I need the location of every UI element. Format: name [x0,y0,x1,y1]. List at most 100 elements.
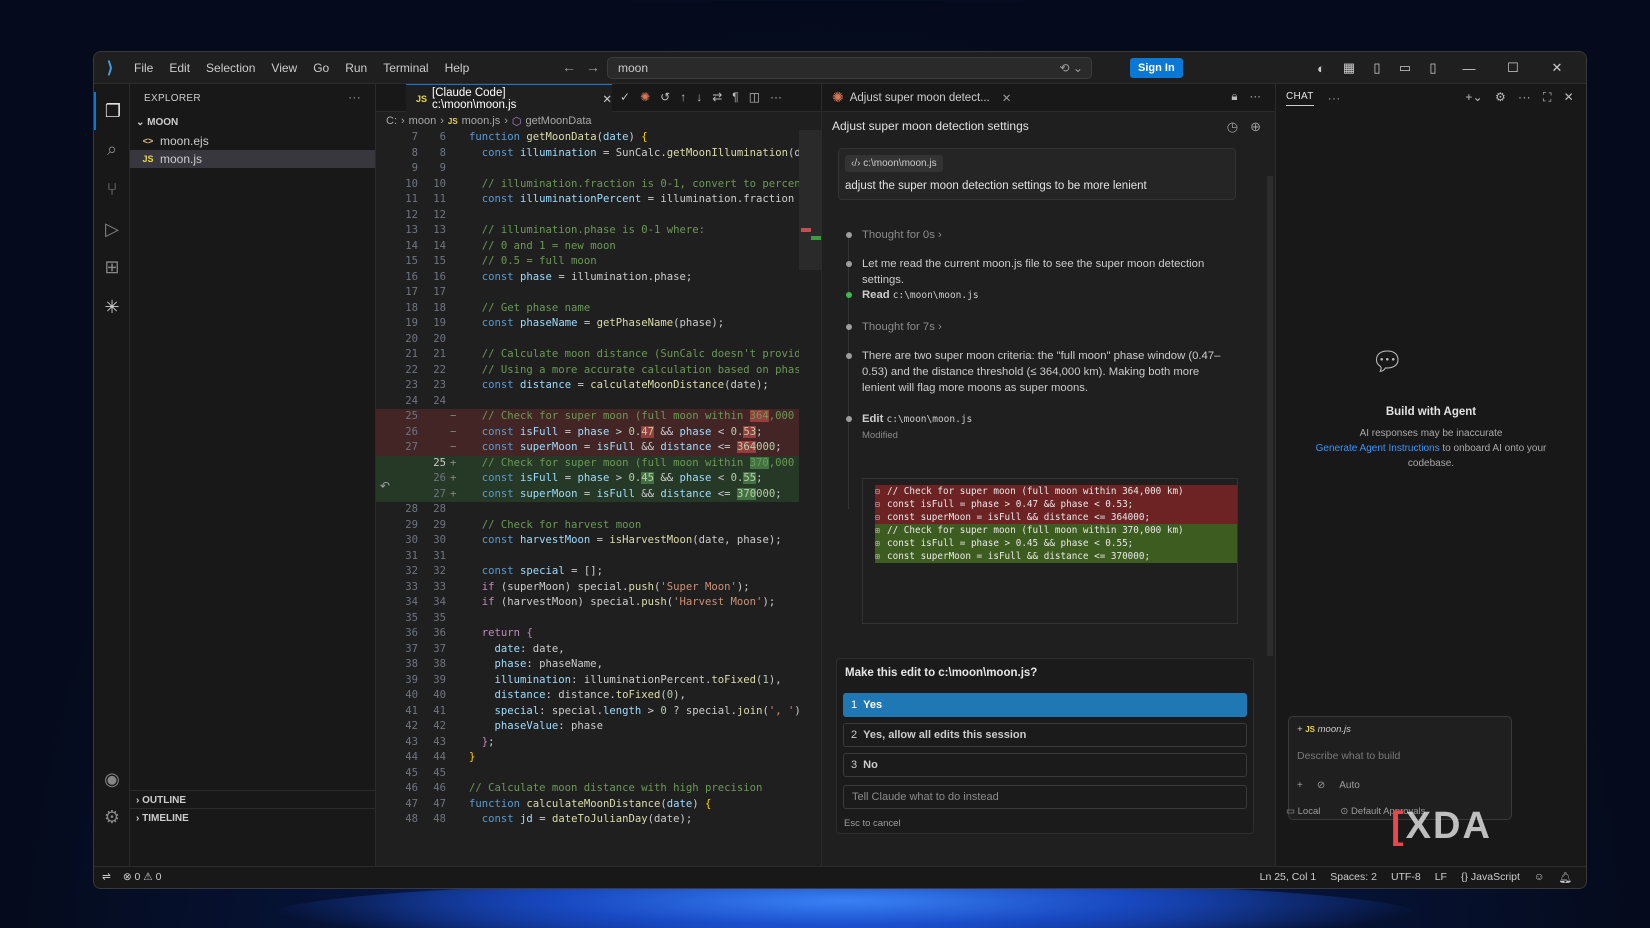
menu-item[interactable]: View [263,52,305,84]
more-actions-icon[interactable]: ··· [348,90,361,104]
code-line-deleted[interactable]: 27 − const superMoon = isFull && distance… [376,440,799,456]
file-chip[interactable]: ‹/› c:\moon\moon.js [845,155,943,172]
mode-select[interactable]: Auto [1339,780,1360,791]
file-moon-ejs[interactable]: <> moon.ejs [130,132,375,150]
option-no[interactable]: 3 No [843,753,1247,777]
code-line[interactable]: 8 8 const illumination = SunCalc.getMoonI… [376,146,799,162]
close-icon[interactable]: ✕ [1564,90,1574,105]
generate-instructions-link[interactable]: Generate Agent Instructions [1316,443,1440,454]
code-line[interactable]: 14 14 // 0 and 1 = new moon [376,239,799,255]
copilot-status-icon[interactable]: ☺ [1534,871,1545,884]
menu-item[interactable]: Help [437,52,478,84]
notifications-icon[interactable]: 🔔︎ [1559,871,1572,884]
code-line[interactable]: 16 16 const phase = illumination.phase; [376,270,799,286]
code-line[interactable]: 13 13 // illumination.phase is 0-1 where: [376,223,799,239]
instead-input[interactable]: Tell Claude what to do instead [843,785,1247,809]
context-file[interactable]: + JS moon.js [1297,724,1351,735]
code-line-deleted[interactable]: 25 − // Check for super moon (full moon w… [376,409,799,425]
code-line[interactable]: 31 31 [376,549,799,565]
code-line-inserted[interactable]: 27 + const superMoon = isFull && distance… [376,486,799,502]
search-icon[interactable]: ⌕ [94,130,130,168]
menu-item[interactable]: Go [305,52,337,84]
code-line[interactable]: 44 44} [376,750,799,766]
crumb[interactable]: moon [409,115,437,127]
code-area[interactable]: 7 6 function getMoonData(date) {8 8 const i… [376,130,799,866]
encoding[interactable]: UTF-8 [1391,871,1421,884]
tools-icon[interactable]: ⊘ [1317,780,1325,791]
code-line[interactable]: 47 47 function calculateMoonDistance(date)… [376,797,799,813]
chat-input-placeholder[interactable]: Describe what to build [1297,750,1400,762]
folder-moon[interactable]: ⌄ MOON [130,112,375,132]
code-line[interactable]: 33 33 if (superMoon) special.push('Super … [376,580,799,596]
history-icon[interactable]: ◷ [1227,119,1238,135]
code-line[interactable]: 15 15 // 0.5 = full moon [376,254,799,270]
code-line[interactable]: 22 22 // Using a more accurate calculatio… [376,363,799,379]
toggle-panel-icon[interactable]: ▭ [1394,60,1416,76]
scrollbar[interactable] [1267,176,1273,656]
outline-section[interactable]: › OUTLINE [130,790,375,810]
code-line[interactable]: 29 29 // Check for harvest moon [376,518,799,534]
menu-item[interactable]: Edit [161,52,198,84]
line-ending[interactable]: LF [1435,871,1447,884]
file-moon-js[interactable]: JS moon.js [130,150,375,168]
code-line-inserted[interactable]: 25 + // Check for super moon (full moon w… [376,455,799,471]
menu-item[interactable]: Run [337,52,375,84]
more-icon[interactable]: ··· [1328,91,1341,105]
more-icon[interactable]: ··· [1250,91,1262,104]
chat-title[interactable]: CHAT [1286,91,1314,106]
sign-in-button[interactable]: Sign In [1130,58,1183,78]
pilcrow-icon[interactable]: ¶ [732,90,738,104]
minimize-icon[interactable]: — [1450,61,1488,76]
code-line[interactable]: 34 34 if (harvestMoon) special.push('Harv… [376,595,799,611]
more-icon[interactable]: ··· [770,90,782,104]
problems-indicator[interactable]: ⊗ 0 ⚠ 0 [123,871,162,883]
code-line[interactable]: 19 19 const phaseName = getPhaseName(phas… [376,316,799,332]
code-line[interactable]: 21 21 // Calculate moon distance (SunCalc… [376,347,799,363]
option-yes-all[interactable]: 2 Yes, allow all edits this session [843,723,1247,747]
revert-icon[interactable]: ↺ [660,90,670,104]
code-line[interactable]: 28 28 [376,502,799,518]
code-line[interactable]: 30 30 const harvestMoon = isHarvestMoon(d… [376,533,799,549]
more-icon[interactable]: ··· [1518,90,1531,105]
toggle-secondary-sidebar-icon[interactable]: ▯ [1422,60,1444,76]
settings-gear-icon[interactable]: ⚙ [94,798,130,836]
code-line[interactable]: 43 43 }; [376,735,799,751]
code-line[interactable]: 48 48 const jd = dateToJulianDay(date); [376,812,799,828]
remote-icon[interactable]: ⇌ [102,871,111,883]
code-line[interactable]: 20 20 [376,332,799,348]
code-line[interactable]: 99 [376,161,799,177]
accept-icon[interactable]: ✓ [620,90,630,104]
close-icon[interactable]: ✕ [1538,60,1576,76]
add-context-icon[interactable]: + [1297,780,1303,791]
code-line[interactable]: 7 6 function getMoonData(date) { [376,130,799,146]
code-line[interactable]: 40 40 distance: distance.toFixed(0), [376,688,799,704]
menu-item[interactable]: Selection [198,52,263,84]
swap-icon[interactable]: ⇄ [712,90,722,104]
lock-icon[interactable]: 🔒︎ [1231,91,1237,104]
code-line[interactable]: 18 18 // Get phase name [376,301,799,317]
code-line[interactable]: 37 37 date: date, [376,642,799,658]
cursor-position[interactable]: Ln 25, Col 1 [1260,871,1317,884]
indentation[interactable]: Spaces: 2 [1330,871,1377,884]
toggle-sidebar-icon[interactable]: ▯ [1366,60,1388,76]
crumb[interactable]: C: [386,115,397,127]
account-icon[interactable]: ◉ [94,760,130,798]
close-tab-icon[interactable]: ✕ [602,92,612,106]
extensions-icon[interactable]: ⊞ [94,248,130,286]
close-tab-icon[interactable]: ✕ [1002,91,1012,105]
claude-icon[interactable]: ✺ [640,90,650,104]
code-line[interactable]: 23 23 const distance = calculateMoonDista… [376,378,799,394]
command-center-search[interactable]: moon ⟲ ⌄ [607,57,1092,79]
option-yes[interactable]: 1 Yes [843,693,1247,717]
code-line[interactable]: 11 11 const illuminationPercent = illumin… [376,192,799,208]
menu-item[interactable]: File [126,52,161,84]
code-line[interactable]: 39 39 illumination: illuminationPercent.t… [376,673,799,689]
code-line[interactable]: 10 10 // illumination.fraction is 0-1, co… [376,177,799,193]
maximize-icon[interactable]: ⛶ [1543,90,1552,105]
new-chat-icon[interactable]: +⌄ [1465,90,1483,105]
code-line-deleted[interactable]: 26 − const isFull = phase > 0.47 && phase… [376,424,799,440]
code-line[interactable]: 38 38 phase: phaseName, [376,657,799,673]
crumb[interactable]: moon.js [462,115,501,127]
layout-icon[interactable]: ▦ [1338,60,1360,76]
crumb[interactable]: getMoonData [525,115,591,127]
